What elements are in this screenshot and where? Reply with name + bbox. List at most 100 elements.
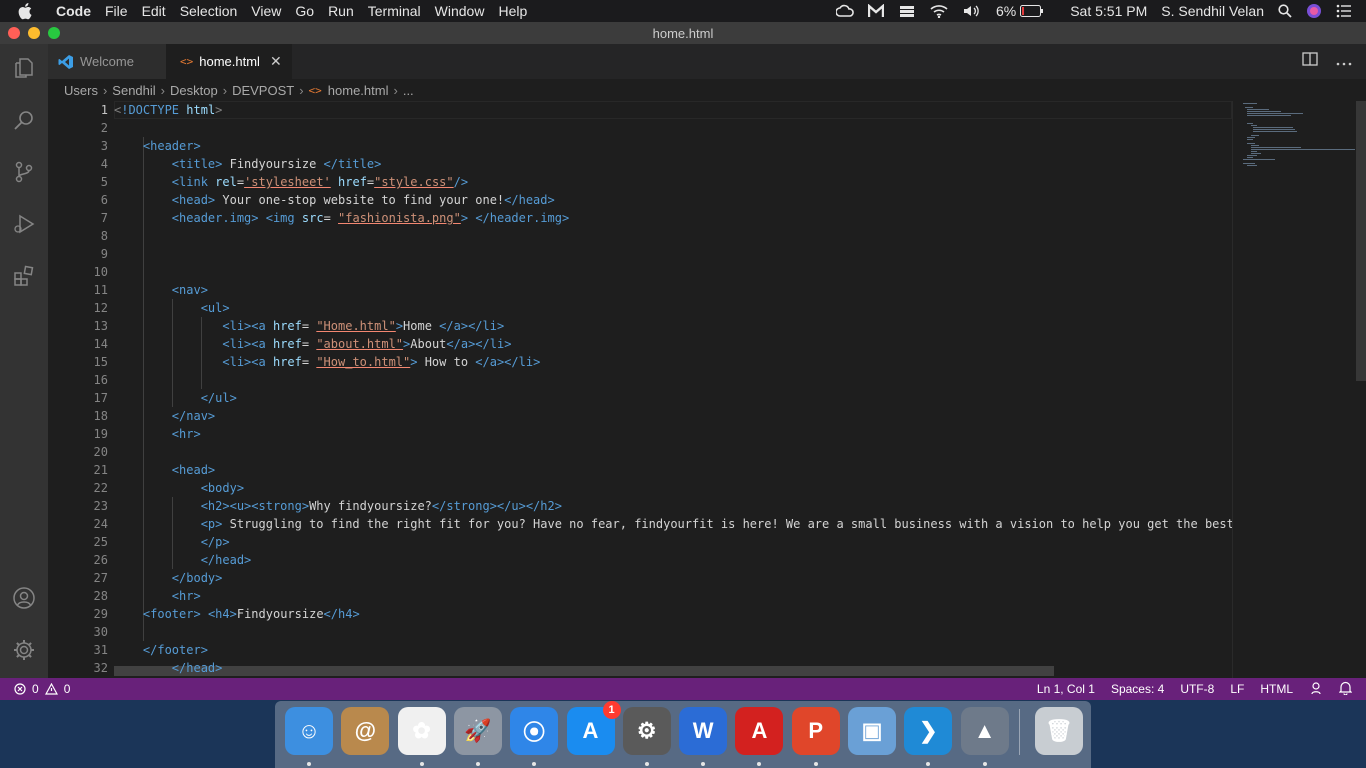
menu-edit[interactable]: Edit (142, 3, 166, 19)
menu-selection[interactable]: Selection (180, 3, 238, 19)
code-line[interactable]: </ul> (114, 389, 237, 407)
menu-window[interactable]: Window (435, 3, 485, 19)
breadcrumb-item[interactable]: home.html (328, 83, 389, 98)
code-token: <hr> (171, 427, 201, 441)
code-editor[interactable]: 1 2 3 4 5 6 7 8 9 10 11 12 13 14 15 16 17 18 19 20 21 22 23 24 2… (48, 101, 1366, 678)
code-line[interactable]: <nav> (114, 281, 208, 299)
code-line[interactable]: <footer> <h4>Findyoursize</h4> (114, 605, 360, 623)
photos-icon[interactable]: ✿ (397, 707, 446, 755)
code-line[interactable]: <h2><u><strong>Why findyoursize?</strong… (114, 497, 562, 515)
run-debug-icon[interactable] (10, 210, 38, 238)
indentation-setting[interactable]: Spaces: 4 (1111, 682, 1164, 696)
vscode-logo-icon (58, 54, 73, 69)
battery-status[interactable]: 6% (996, 3, 1044, 19)
menu-run[interactable]: Run (328, 3, 354, 19)
notifications-bell-icon[interactable] (1338, 681, 1353, 698)
code-line[interactable]: <li><a href= "How_to.html"> How to </a><… (114, 353, 540, 371)
code-area[interactable]: <!DOCTYPE html> <header> <title> Findyou… (114, 101, 1232, 678)
siri-icon[interactable] (1306, 3, 1322, 19)
code-token: <title> (171, 157, 223, 171)
code-line[interactable]: <hr> (114, 425, 201, 443)
minimap[interactable] (1232, 101, 1358, 678)
code-line[interactable]: <p> Struggling to find the right fit for… (114, 515, 1232, 533)
breadcrumb-item[interactable]: Desktop (170, 83, 218, 98)
finder-icon[interactable]: ☺ (285, 707, 333, 755)
code-line[interactable]: </nav> (114, 407, 215, 425)
vertical-scrollbar[interactable] (1356, 101, 1366, 381)
preview-icon[interactable]: ▣ (848, 707, 896, 755)
code-line[interactable]: <title> Findyoursize </title> (114, 155, 382, 173)
code-line[interactable]: </body> (114, 569, 223, 587)
code-line[interactable]: <hr> (114, 587, 201, 605)
code-token: <footer> (142, 607, 201, 621)
code-line[interactable]: <ul> (114, 299, 230, 317)
manage-gear-icon[interactable] (10, 636, 38, 664)
eol-setting[interactable]: LF (1230, 682, 1244, 696)
extensions-icon[interactable] (10, 262, 38, 290)
zoom-window-button[interactable] (48, 27, 60, 39)
acrobat-icon[interactable]: A (735, 707, 784, 755)
code-line[interactable]: <!DOCTYPE html> (114, 101, 222, 119)
code-line[interactable]: </footer> (114, 641, 208, 659)
vscode-icon[interactable]: ❯ (904, 707, 953, 755)
menu-view[interactable]: View (251, 3, 281, 19)
menu-app-name[interactable]: Code (56, 3, 91, 19)
close-tab-icon[interactable]: ✕ (270, 53, 282, 70)
tab-welcome[interactable]: Welcome (48, 44, 166, 79)
code-line[interactable]: <body> (114, 479, 244, 497)
more-actions-icon[interactable] (1336, 53, 1352, 71)
code-line[interactable]: </p> (114, 533, 230, 551)
creative-cloud-icon[interactable] (835, 4, 854, 18)
breadcrumb-item[interactable]: Sendhil (112, 83, 155, 98)
launchpad-icon[interactable]: 🚀 (453, 707, 502, 755)
code-line[interactable]: </head> (114, 659, 223, 677)
menu-go[interactable]: Go (295, 3, 314, 19)
code-line[interactable]: <li><a href= "Home.html">Home </a></li> (114, 317, 504, 335)
safari-icon[interactable]: ⦿ (510, 707, 559, 755)
code-line[interactable]: <header.img> <img src= "fashionista.png"… (114, 209, 569, 227)
system-preferences-icon[interactable]: ⚙ (622, 707, 671, 755)
spotlight-search-icon[interactable] (1278, 4, 1292, 18)
source-control-icon[interactable] (10, 158, 38, 186)
encoding-setting[interactable]: UTF-8 (1180, 682, 1214, 696)
malwarebytes-icon[interactable] (867, 4, 884, 18)
tab-home-html[interactable]: <> home.html ✕ (166, 44, 292, 79)
search-icon[interactable] (10, 106, 38, 134)
notification-center-icon[interactable] (1336, 4, 1352, 18)
split-editor-icon[interactable] (1302, 52, 1318, 71)
menu-terminal[interactable]: Terminal (368, 3, 421, 19)
close-window-button[interactable] (8, 27, 20, 39)
cursor-position[interactable]: Ln 1, Col 1 (1037, 682, 1095, 696)
breadcrumb-item[interactable]: DEVPOST (232, 83, 294, 98)
line-number: 25 (93, 535, 108, 549)
rocket-icon[interactable]: ▲ (960, 707, 1009, 755)
code-line[interactable]: <li><a href= "about.html">About</a></li> (114, 335, 511, 353)
menu-help[interactable]: Help (498, 3, 527, 19)
code-line[interactable]: <header> (114, 137, 201, 155)
accounts-icon[interactable] (10, 584, 38, 612)
language-mode[interactable]: HTML (1260, 682, 1293, 696)
contacts-icon[interactable]: @ (341, 707, 390, 755)
app-store-icon[interactable]: A1 (566, 701, 621, 755)
code-line[interactable]: <link rel='stylesheet' href="style.css"/… (114, 173, 468, 191)
problems-indicator[interactable]: 0 0 (14, 682, 70, 696)
trash-icon[interactable]: 🗑 (1035, 707, 1083, 755)
wifi-icon[interactable] (930, 4, 948, 18)
minimize-window-button[interactable] (28, 27, 40, 39)
apple-menu-icon[interactable] (18, 2, 40, 20)
feedback-icon[interactable] (1309, 681, 1323, 698)
powerpoint-icon[interactable]: P (791, 707, 840, 755)
code-line[interactable]: </head> (114, 551, 252, 569)
volume-icon[interactable] (962, 4, 982, 18)
breadcrumb-item[interactable]: ... (403, 83, 414, 98)
horizontal-scrollbar[interactable] (114, 666, 1054, 676)
user-name[interactable]: S. Sendhil Velan (1161, 3, 1264, 19)
menu-file[interactable]: File (105, 3, 128, 19)
clock[interactable]: Sat 5:51 PM (1070, 3, 1147, 19)
code-line[interactable]: <head> (114, 461, 215, 479)
word-icon[interactable]: W (679, 707, 728, 755)
code-line[interactable]: <head> Your one-stop website to find you… (114, 191, 555, 209)
dropbox-icon[interactable] (898, 4, 916, 18)
breadcrumb-item[interactable]: Users (64, 83, 98, 98)
explorer-icon[interactable] (10, 54, 38, 82)
